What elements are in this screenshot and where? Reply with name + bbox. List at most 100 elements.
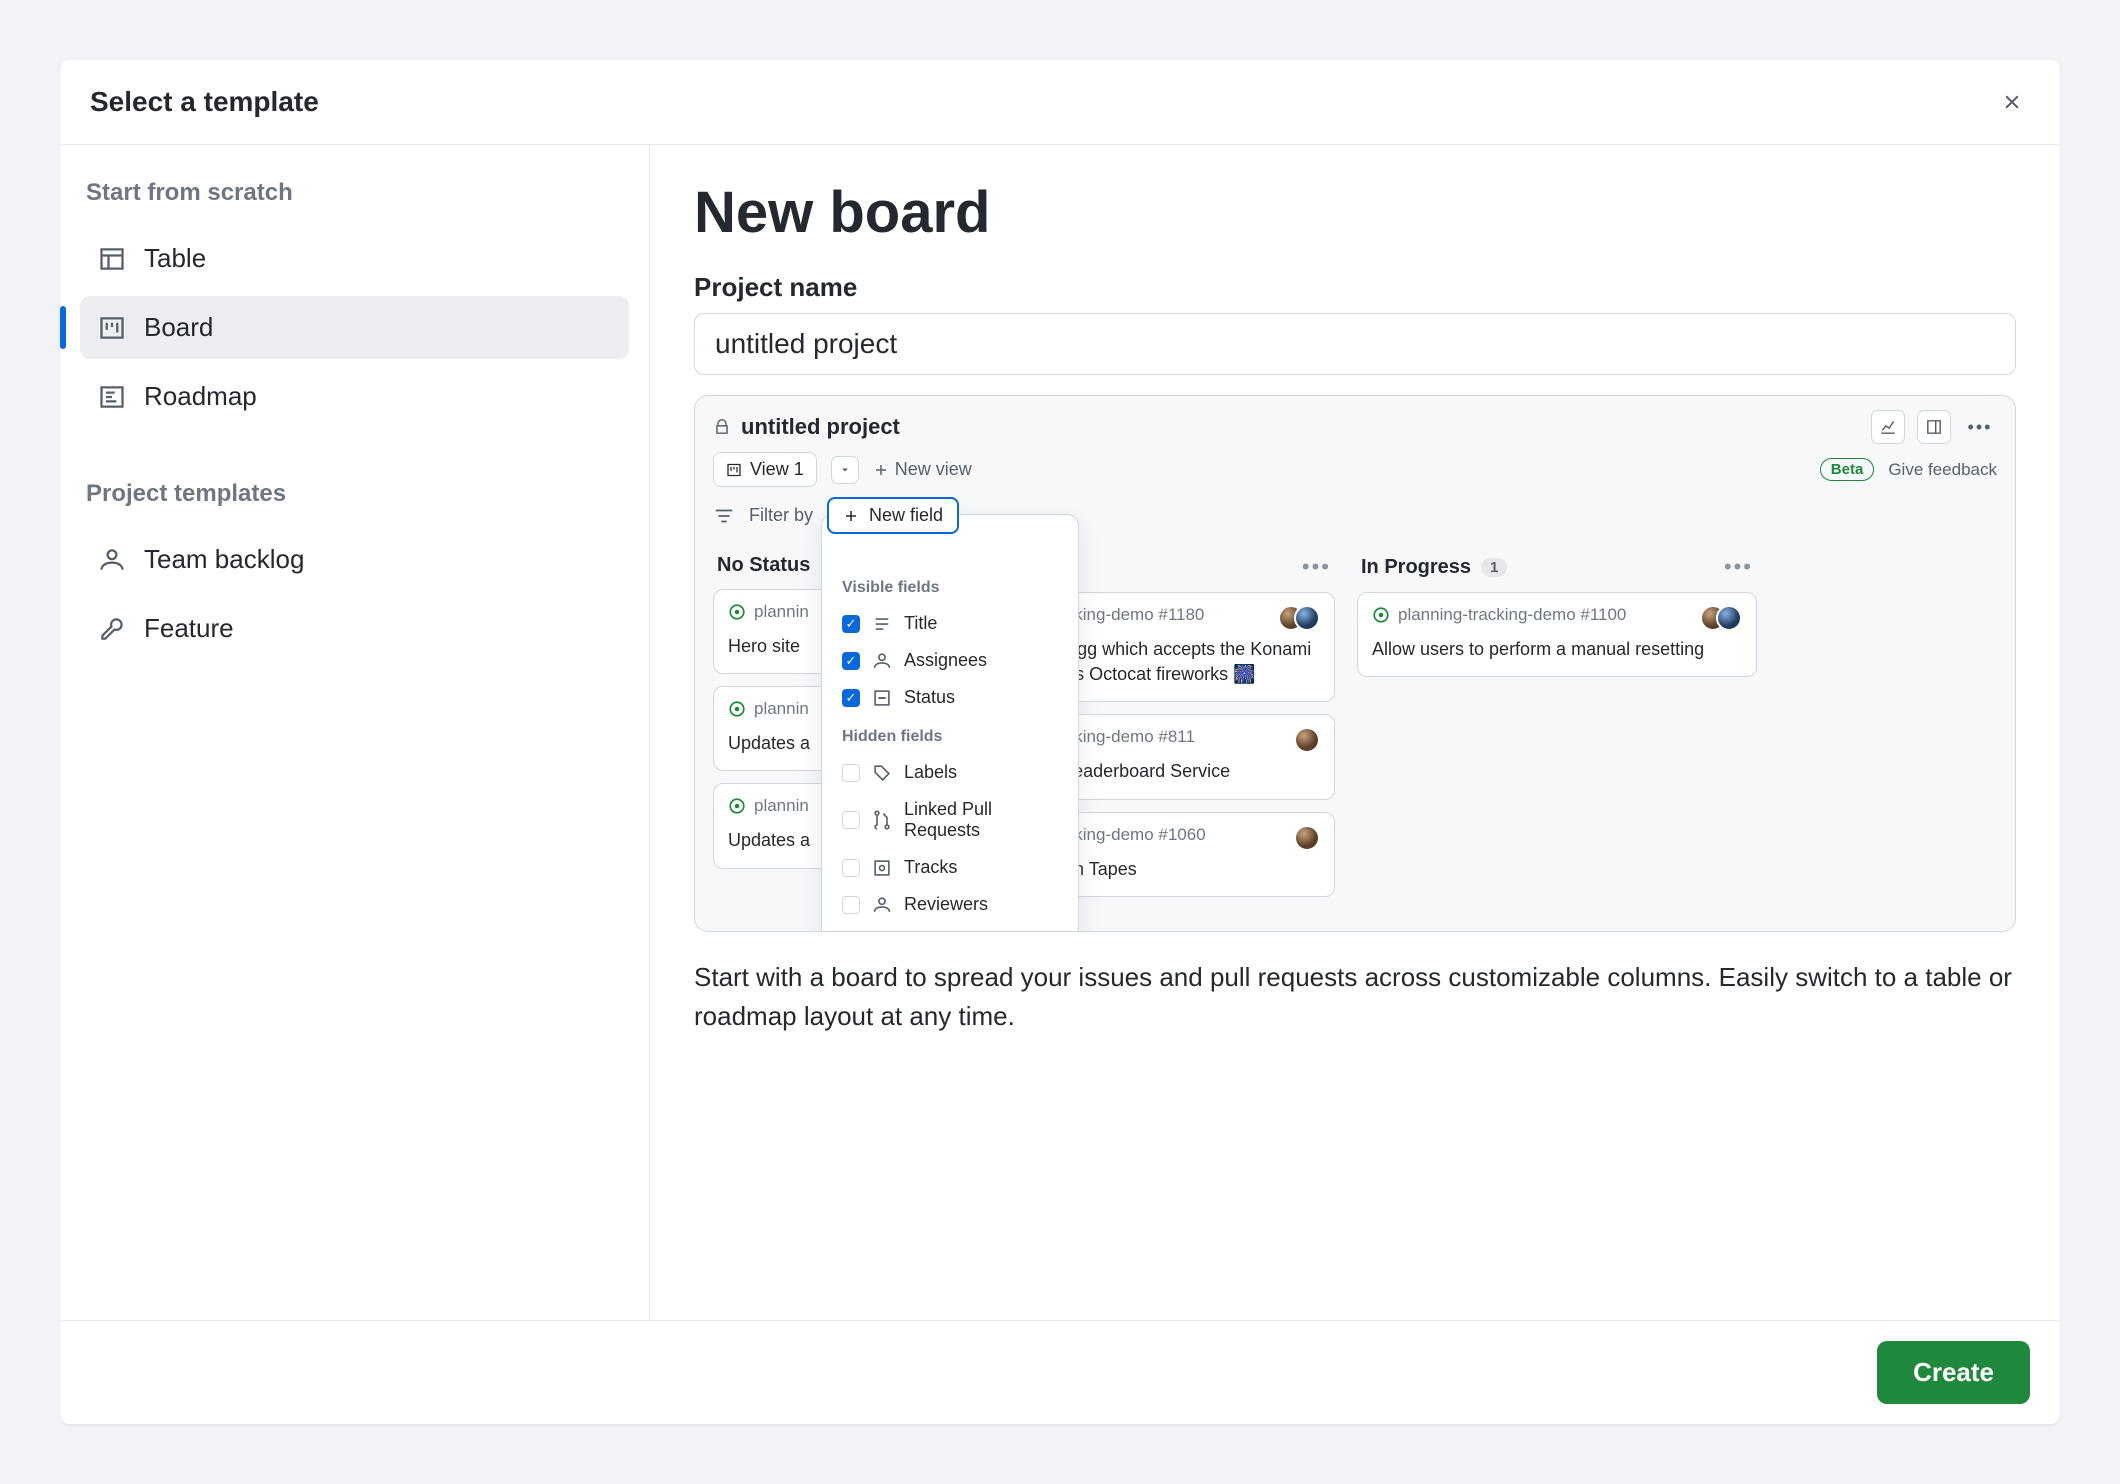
field-label: Labels xyxy=(904,762,957,783)
view-options-button[interactable] xyxy=(831,456,859,484)
dialog-header: Select a template xyxy=(60,60,2060,145)
view-tab-label: View 1 xyxy=(750,459,804,480)
field-linked-prs[interactable]: Linked Pull Requests xyxy=(836,791,1064,849)
column-menu-button[interactable]: ••• xyxy=(1302,554,1331,580)
project-name-input[interactable] xyxy=(694,313,2016,375)
sidebar-item-board[interactable]: Board xyxy=(80,296,629,359)
issue-open-icon xyxy=(1372,606,1390,624)
avatar xyxy=(1294,605,1320,631)
status-icon xyxy=(872,688,892,708)
new-view-label: New view xyxy=(895,459,972,480)
card-ref: plannin xyxy=(754,699,809,719)
git-pull-request-icon xyxy=(872,810,892,830)
column-count: 1 xyxy=(1481,558,1507,577)
preview-tabs: View 1 New view Beta Give feedback xyxy=(695,452,2015,493)
hidden-fields-heading: Hidden fields xyxy=(836,722,1064,754)
field-assignees[interactable]: Assignees xyxy=(836,642,1064,679)
card-title: Allow users to perform a manual resettin… xyxy=(1372,637,1742,662)
field-label: Status xyxy=(904,687,955,708)
preview-project-title: untitled project xyxy=(741,414,900,440)
sidebar-item-roadmap[interactable]: Roadmap xyxy=(80,365,629,428)
field-label: Assignees xyxy=(904,650,987,671)
title-icon xyxy=(872,614,892,634)
new-view-button[interactable]: New view xyxy=(873,459,972,480)
new-field-input[interactable]: New field xyxy=(827,497,959,534)
field-tracks[interactable]: Tracks xyxy=(836,849,1064,886)
avatar xyxy=(1294,727,1320,753)
avatar xyxy=(1716,605,1742,631)
board-icon xyxy=(98,314,126,342)
project-name-label: Project name xyxy=(694,272,2016,303)
beta-badge: Beta xyxy=(1820,458,1875,481)
sidebar-section-templates: Project templates xyxy=(80,472,629,522)
graph-icon xyxy=(1879,418,1897,436)
tools-icon xyxy=(98,615,126,643)
board-small-icon xyxy=(726,462,742,478)
dialog-footer: Create xyxy=(60,1320,2060,1424)
sidebar-item-team-backlog[interactable]: Team backlog xyxy=(80,528,629,591)
issue-open-icon xyxy=(728,700,746,718)
feedback-link[interactable]: Give feedback xyxy=(1888,460,1997,480)
checkbox-icon[interactable] xyxy=(842,811,860,829)
template-description: Start with a board to spread your issues… xyxy=(694,958,2016,1036)
checkbox-icon[interactable] xyxy=(842,652,860,670)
tag-icon xyxy=(872,763,892,783)
field-status[interactable]: Status xyxy=(836,679,1064,716)
panel-icon xyxy=(1925,418,1943,436)
new-field-label: New field xyxy=(869,505,943,526)
more-button[interactable]: ••• xyxy=(1963,410,1997,444)
column-in-progress: In Progress 1 ••• planning-tracking-demo… xyxy=(1357,544,1757,689)
column-menu-button[interactable]: ••• xyxy=(1724,554,1753,580)
checkbox-icon[interactable] xyxy=(842,859,860,877)
checkbox-icon[interactable] xyxy=(842,764,860,782)
main: New board Project name untitled project xyxy=(650,145,2060,1320)
field-label: Repository xyxy=(904,931,990,932)
table-icon xyxy=(98,245,126,273)
panel-button[interactable] xyxy=(1917,410,1951,444)
card-ref: plannin xyxy=(754,602,809,622)
create-button[interactable]: Create xyxy=(1877,1341,2030,1404)
field-labels[interactable]: Labels xyxy=(836,754,1064,791)
roadmap-icon xyxy=(98,383,126,411)
view-tab[interactable]: View 1 xyxy=(713,452,817,487)
insights-button[interactable] xyxy=(1871,410,1905,444)
sidebar-item-label: Roadmap xyxy=(144,381,257,412)
filter-label: Filter by xyxy=(749,505,813,526)
sidebar-item-label: Board xyxy=(144,312,213,343)
dialog-body: Start from scratch Table Board Roadmap P… xyxy=(60,145,2060,1320)
board-preview: untitled project ••• xyxy=(694,395,2016,932)
fields-popover: Visible fields Title Assignees xyxy=(821,514,1079,932)
plus-icon xyxy=(843,508,859,524)
people-icon xyxy=(98,546,126,574)
tracks-icon xyxy=(872,858,892,878)
field-reviewers[interactable]: Reviewers xyxy=(836,886,1064,923)
sidebar-item-feature[interactable]: Feature xyxy=(80,597,629,660)
sidebar-item-label: Team backlog xyxy=(144,544,304,575)
field-label: Tracks xyxy=(904,857,957,878)
checkbox-icon[interactable] xyxy=(842,615,860,633)
field-repository[interactable]: Repository xyxy=(836,923,1064,932)
preview-topbar: untitled project ••• xyxy=(695,396,2015,452)
sidebar-item-label: Feature xyxy=(144,613,234,644)
sidebar-item-table[interactable]: Table xyxy=(80,227,629,290)
close-button[interactable] xyxy=(1994,84,2030,120)
field-label: Linked Pull Requests xyxy=(904,799,1058,841)
avatar xyxy=(1294,825,1320,851)
card[interactable]: planning-tracking-demo #1100 Allow users… xyxy=(1357,592,1757,677)
field-title[interactable]: Title xyxy=(836,605,1064,642)
card-ref: planning-tracking-demo #1100 xyxy=(1398,605,1626,625)
close-icon xyxy=(2001,91,2023,113)
page-title: New board xyxy=(694,179,2016,246)
field-label: Reviewers xyxy=(904,894,988,915)
sidebar-section-scratch: Start from scratch xyxy=(80,171,629,221)
issue-open-icon xyxy=(728,797,746,815)
checkbox-icon[interactable] xyxy=(842,689,860,707)
caret-down-icon xyxy=(839,464,851,476)
checkbox-icon[interactable] xyxy=(842,896,860,914)
filter-icon xyxy=(713,505,735,527)
kebab-icon: ••• xyxy=(1968,417,1993,438)
template-dialog: Select a template Start from scratch Tab… xyxy=(60,60,2060,1424)
column-title: In Progress xyxy=(1361,556,1471,579)
card-ref: plannin xyxy=(754,796,809,816)
lock-icon xyxy=(713,418,731,436)
